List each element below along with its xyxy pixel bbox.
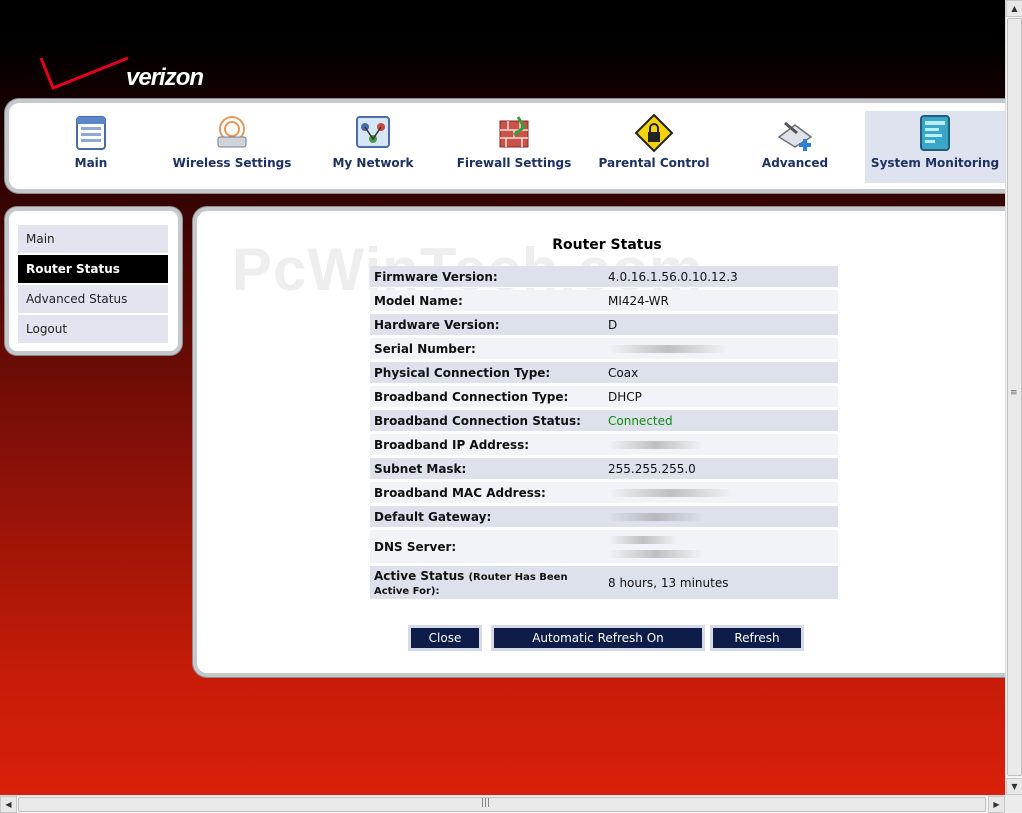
connection-status-value: Connected — [604, 410, 838, 432]
sidebar-item-logout[interactable]: Logout — [18, 315, 168, 343]
row-value-redacted — [604, 506, 838, 528]
scroll-right-icon[interactable]: ▶ — [988, 796, 1005, 813]
table-row: Active Status (Router Has Been Active Fo… — [370, 566, 838, 600]
browser-viewport: verizon Main Wireless Settings My Networ… — [0, 0, 1005, 795]
network-icon — [356, 116, 390, 148]
table-row: Hardware Version: D — [370, 314, 838, 336]
table-row: Broadband Connection Type: DHCP — [370, 386, 838, 408]
row-label: Subnet Mask: — [370, 458, 604, 480]
nav-advanced-label: Advanced — [761, 156, 829, 170]
scroll-up-icon[interactable]: ▲ — [1006, 0, 1022, 17]
nav-advanced[interactable]: Advanced — [725, 111, 865, 183]
nav-wireless-settings[interactable]: Wireless Settings — [162, 111, 302, 183]
row-value: 4.0.16.1.56.0.10.12.3 — [604, 266, 838, 288]
active-status-label: Active Status — [374, 568, 465, 583]
nav-main[interactable]: Main — [21, 111, 161, 183]
row-value: 8 hours, 13 minutes — [604, 566, 838, 600]
row-value: Coax — [604, 362, 838, 384]
refresh-button[interactable]: Refresh — [710, 625, 804, 651]
sidebar-menu: Main Router Status Advanced Status Logou… — [5, 207, 182, 355]
nav-my-network-label: My Network — [332, 156, 414, 170]
firewall-icon — [499, 116, 529, 148]
row-value: DHCP — [604, 386, 838, 408]
row-label: Model Name: — [370, 290, 604, 312]
nav-firewall-settings[interactable]: Firewall Settings — [444, 111, 584, 183]
table-row: Model Name: MI424-WR — [370, 290, 838, 312]
nav-firewall-settings-label: Firewall Settings — [456, 156, 572, 170]
row-label: Default Gateway: — [370, 506, 604, 528]
advanced-tools-icon — [777, 121, 813, 151]
nav-parental-control[interactable]: Parental Control — [584, 111, 724, 183]
nav-system-monitoring[interactable]: System Monitoring — [865, 111, 1005, 183]
horizontal-scroll-thumb[interactable] — [18, 797, 986, 812]
redacted-value — [608, 344, 728, 353]
lock-sign-icon — [634, 113, 674, 153]
page-title: Router Status — [552, 237, 662, 253]
table-row: Broadband Connection Status: Connected — [370, 410, 838, 432]
row-value-redacted — [604, 482, 838, 504]
wireless-router-icon — [217, 116, 247, 148]
nav-wireless-settings-label: Wireless Settings — [172, 156, 292, 170]
table-row: Default Gateway: — [370, 506, 838, 528]
scrollbar-corner — [1005, 795, 1022, 812]
table-row: Physical Connection Type: Coax — [370, 362, 838, 384]
grip-icon: ≡ — [1010, 388, 1018, 398]
row-label: DNS Server: — [370, 530, 604, 564]
automatic-refresh-button[interactable]: Automatic Refresh On — [491, 625, 705, 651]
table-row: Subnet Mask: 255.255.255.0 — [370, 458, 838, 480]
table-row: DNS Server: — [370, 530, 838, 564]
row-label: Broadband MAC Address: — [370, 482, 604, 504]
scroll-down-icon[interactable]: ▼ — [1006, 778, 1022, 795]
redacted-value — [608, 512, 703, 521]
redacted-value — [608, 488, 733, 497]
row-label: Broadband IP Address: — [370, 434, 604, 456]
redacted-value — [608, 535, 678, 544]
verizon-logo: verizon — [38, 52, 238, 98]
row-label: Serial Number: — [370, 338, 604, 360]
top-navigation: Main Wireless Settings My Network Firewa… — [5, 99, 1005, 193]
router-status-table: Firmware Version: 4.0.16.1.56.0.10.12.3 … — [370, 264, 838, 602]
nav-main-label: Main — [74, 156, 108, 170]
nav-parental-control-label: Parental Control — [598, 156, 710, 170]
vertical-scrollbar[interactable]: ▲ ≡ ▼ — [1005, 0, 1022, 795]
logo-text: verizon — [126, 64, 204, 91]
row-value-redacted — [604, 434, 838, 456]
row-label: Firmware Version: — [370, 266, 604, 288]
nav-my-network[interactable]: My Network — [303, 111, 443, 183]
redacted-value — [608, 440, 703, 449]
nav-system-monitoring-label: System Monitoring — [870, 156, 1000, 170]
row-value: D — [604, 314, 838, 336]
row-label-active-status: Active Status (Router Has Been Active Fo… — [370, 566, 604, 600]
main-table-icon — [76, 116, 106, 150]
grip-icon: ||| — [481, 798, 491, 808]
content-panel: PcWinTech.com Router Status Firmware Ver… — [193, 207, 1005, 677]
row-label: Broadband Connection Type: — [370, 386, 604, 408]
row-label: Hardware Version: — [370, 314, 604, 336]
horizontal-scrollbar[interactable]: ◀ ||| ▶ — [0, 795, 1005, 813]
row-value-redacted — [604, 530, 838, 564]
row-label: Broadband Connection Status: — [370, 410, 604, 432]
close-button[interactable]: Close — [408, 625, 482, 651]
row-value-redacted — [604, 338, 838, 360]
sidebar-item-main[interactable]: Main — [18, 225, 168, 253]
sidebar-item-router-status[interactable]: Router Status — [18, 255, 168, 283]
table-row: Broadband MAC Address: — [370, 482, 838, 504]
row-label: Physical Connection Type: — [370, 362, 604, 384]
monitor-icon — [920, 115, 950, 151]
table-row: Firmware Version: 4.0.16.1.56.0.10.12.3 — [370, 266, 838, 288]
table-row: Serial Number: — [370, 338, 838, 360]
verizon-checkmark-icon — [39, 56, 129, 90]
row-value: MI424-WR — [604, 290, 838, 312]
sidebar-item-advanced-status[interactable]: Advanced Status — [18, 285, 168, 313]
table-row: Broadband IP Address: — [370, 434, 838, 456]
redacted-value — [608, 549, 703, 558]
row-value: 255.255.255.0 — [604, 458, 838, 480]
scroll-left-icon[interactable]: ◀ — [0, 796, 17, 813]
